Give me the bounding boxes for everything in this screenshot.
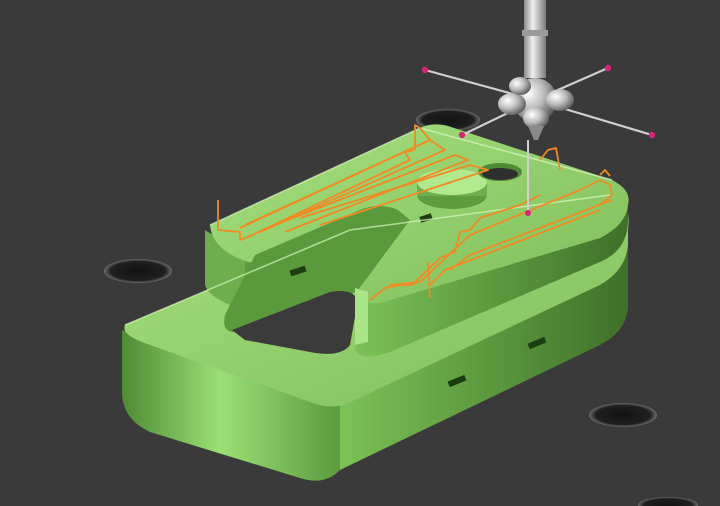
mounting-hole [638,497,698,506]
stylus-tip [648,131,656,139]
probe-head [498,77,574,140]
stylus-tip [525,210,531,216]
probe-shaft [524,0,546,78]
mounting-hole [104,259,172,283]
scene-canvas[interactable] [0,0,720,506]
stylus-tip [604,64,612,72]
slot-inner-wall [355,288,368,345]
mounting-hole [589,403,657,427]
stylus-tip [421,66,429,74]
3d-viewport[interactable] [0,0,720,506]
probe-shaft-ring [522,30,548,36]
stylus-tip [458,131,466,139]
